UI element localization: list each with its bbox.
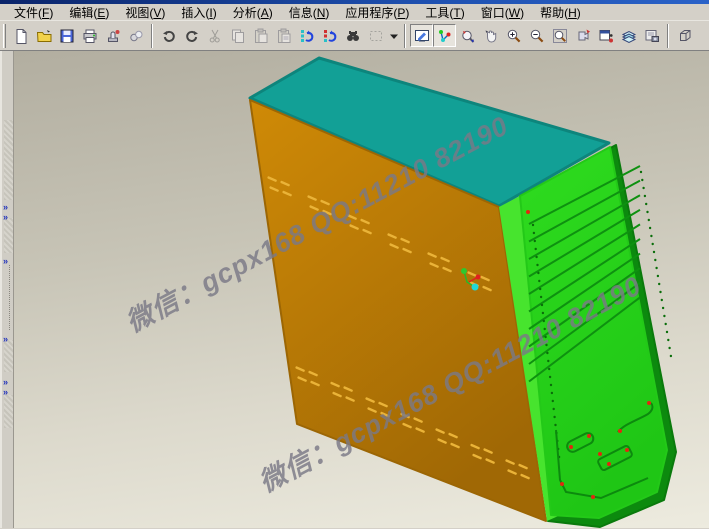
zoom-out-button[interactable]	[525, 24, 548, 47]
delete-icon	[128, 28, 144, 44]
expand-panel-chevron-icon[interactable]: »	[3, 257, 8, 265]
save-icon	[59, 28, 75, 44]
selection-filter-dropdown-button[interactable]	[387, 24, 400, 47]
menu-bar: 文件(F)编辑(E)视图(V)插入(I)分析(A)信息(N)应用程序(P)工具(…	[0, 4, 709, 21]
layers-button[interactable]	[617, 24, 640, 47]
menu-item-e[interactable]: 编辑(E)	[61, 3, 117, 22]
view-manager-button[interactable]	[594, 24, 617, 47]
regenerate-manager-button[interactable]	[318, 24, 341, 47]
saved-views-icon	[644, 28, 660, 44]
regenerate-manager-icon	[322, 28, 338, 44]
toolbar	[0, 21, 709, 51]
spin-center-button[interactable]	[433, 24, 456, 47]
regenerate-icon	[299, 28, 315, 44]
collapsed-panel-strip[interactable]: » » » » » »	[0, 51, 14, 528]
menu-item-a[interactable]: 分析(A)	[225, 3, 281, 22]
pan-hand-icon	[483, 28, 499, 44]
spin-center-cyan-dot	[472, 284, 479, 291]
view-manager-icon	[598, 28, 614, 44]
copy-button[interactable]	[226, 24, 249, 47]
menu-item-t[interactable]: 工具(T)	[417, 3, 472, 22]
reorient-icon	[575, 28, 591, 44]
orient-mode-icon	[460, 28, 476, 44]
main-area: » » » » » »	[0, 51, 709, 528]
menu-item-i[interactable]: 插入(I)	[173, 3, 224, 22]
panel-grip[interactable]	[4, 120, 13, 200]
expand-panel-chevron-icon[interactable]: »	[3, 203, 8, 211]
layers-icon	[621, 28, 637, 44]
case-model-scene[interactable]	[14, 51, 709, 528]
model-display-button[interactable]	[673, 24, 696, 47]
zoom-out-icon	[529, 28, 545, 44]
repaint-icon	[414, 28, 430, 44]
toolbar-separator	[151, 24, 153, 48]
expand-panel-chevron-icon[interactable]: »	[3, 335, 8, 343]
reorient-button[interactable]	[571, 24, 594, 47]
cut-button[interactable]	[203, 24, 226, 47]
cut-icon	[207, 28, 223, 44]
toolbar-grip[interactable]	[3, 24, 6, 48]
open-button[interactable]	[32, 24, 55, 47]
toolbar-separator	[667, 24, 669, 48]
menu-item-h[interactable]: 帮助(H)	[532, 3, 589, 22]
pan-button[interactable]	[479, 24, 502, 47]
panel-grip[interactable]	[4, 218, 13, 253]
panel-grip[interactable]	[4, 340, 13, 372]
menu-item-p[interactable]: 应用程序(P)	[337, 3, 417, 22]
paste-button[interactable]	[249, 24, 272, 47]
menu-item-n[interactable]: 信息(N)	[281, 3, 338, 22]
paste-special-icon	[276, 28, 292, 44]
print-button[interactable]	[78, 24, 101, 47]
copy-icon	[230, 28, 246, 44]
save-button[interactable]	[55, 24, 78, 47]
redo-button[interactable]	[180, 24, 203, 47]
erase-display-button[interactable]	[101, 24, 124, 47]
delete-old-versions-button[interactable]	[124, 24, 147, 47]
paste-special-button[interactable]	[272, 24, 295, 47]
menu-item-w[interactable]: 窗口(W)	[473, 3, 532, 22]
selection-box-icon	[368, 28, 384, 44]
menu-item-v[interactable]: 视图(V)	[117, 3, 173, 22]
regenerate-button[interactable]	[295, 24, 318, 47]
toolbar-separator	[404, 24, 406, 48]
orient-mode-button[interactable]	[456, 24, 479, 47]
redo-icon	[184, 28, 200, 44]
binoculars-icon	[345, 28, 361, 44]
repaint-button[interactable]	[410, 24, 433, 47]
refit-button[interactable]	[548, 24, 571, 47]
expand-panel-chevron-icon[interactable]: »	[3, 388, 8, 396]
find-button[interactable]	[341, 24, 364, 47]
erase-icon	[105, 28, 121, 44]
application-window: 文件(F)编辑(E)视图(V)插入(I)分析(A)信息(N)应用程序(P)工具(…	[0, 0, 709, 529]
graphics-viewport[interactable]: 微信：gcpx168 QQ:11210 82190 微信：gcpx168 QQ:…	[14, 51, 709, 528]
saved-views-button[interactable]	[640, 24, 663, 47]
refit-icon	[552, 28, 568, 44]
model-box-icon	[677, 28, 693, 44]
print-icon	[82, 28, 98, 44]
new-file-icon	[13, 28, 29, 44]
panel-divider	[9, 265, 10, 330]
zoom-in-icon	[506, 28, 522, 44]
zoom-in-button[interactable]	[502, 24, 525, 47]
undo-button[interactable]	[157, 24, 180, 47]
spin-center-green-dot	[461, 268, 467, 274]
panel-grip[interactable]	[4, 395, 13, 428]
spin-center-icon	[437, 28, 453, 44]
selection-filter-button[interactable]	[364, 24, 387, 47]
expand-panel-chevron-icon[interactable]: »	[3, 378, 8, 386]
undo-icon	[161, 28, 177, 44]
spin-center-red-dot	[476, 275, 481, 280]
dropdown-arrow-icon	[386, 28, 402, 44]
paste-icon	[253, 28, 269, 44]
new-button[interactable]	[9, 24, 32, 47]
open-folder-icon	[36, 28, 52, 44]
expand-panel-chevron-icon[interactable]: »	[3, 213, 8, 221]
menu-item-f[interactable]: 文件(F)	[6, 3, 61, 22]
